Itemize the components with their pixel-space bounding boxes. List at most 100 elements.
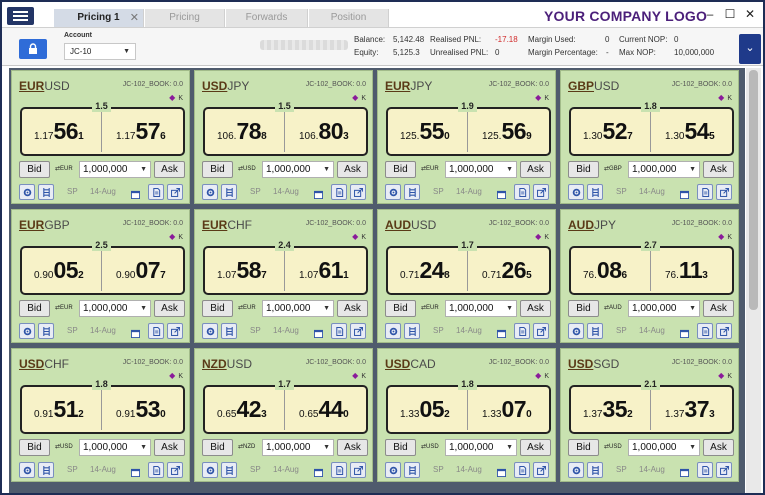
calendar-icon[interactable] [497,325,506,343]
ladder-button[interactable] [38,323,54,339]
amount-select[interactable]: 1,000,000 ▼ [262,439,334,456]
popout-button[interactable] [350,323,366,339]
amount-select[interactable]: 1,000,000 ▼ [79,439,151,456]
ask-price[interactable]: 76.113 [665,257,708,285]
base-currency[interactable]: USD [568,357,593,371]
ask-button[interactable]: Ask [337,300,368,317]
ask-price[interactable]: 0.71265 [482,257,532,285]
currency-toggle[interactable]: ⇄AUD [604,304,622,311]
settings-button[interactable] [202,462,218,478]
collapse-button[interactable]: ⌄ [739,34,761,64]
document-button[interactable] [331,184,347,200]
bid-button[interactable]: Bid [385,161,416,178]
document-button[interactable] [331,462,347,478]
ladder-button[interactable] [221,184,237,200]
settings-button[interactable] [568,462,584,478]
ladder-button[interactable] [404,184,420,200]
currency-toggle[interactable]: ⇄EUR [55,165,73,172]
bid-button[interactable]: Bid [202,439,233,456]
ask-button[interactable]: Ask [520,300,551,317]
document-button[interactable] [697,323,713,339]
base-currency[interactable]: USD [385,357,410,371]
settings-button[interactable] [19,323,35,339]
ask-price[interactable]: 125.569 [482,118,532,146]
base-currency[interactable]: EUR [385,79,410,93]
bid-button[interactable]: Bid [385,439,416,456]
popout-button[interactable] [350,462,366,478]
bid-button[interactable]: Bid [202,300,233,317]
document-button[interactable] [148,184,164,200]
base-currency[interactable]: USD [202,79,227,93]
amount-select[interactable]: 1,000,000 ▼ [628,161,700,178]
tab-pricing[interactable]: Pricing [145,9,225,27]
bid-price[interactable]: 76.086 [583,257,627,285]
document-button[interactable] [514,184,530,200]
bid-button[interactable]: Bid [568,300,599,317]
base-currency[interactable]: AUD [385,218,411,232]
ladder-button[interactable] [404,323,420,339]
ladder-button[interactable] [221,462,237,478]
popout-button[interactable] [533,323,549,339]
settings-button[interactable] [385,184,401,200]
currency-toggle[interactable]: ⇄USD [55,443,73,450]
calendar-icon[interactable] [314,325,323,343]
settings-button[interactable] [385,323,401,339]
calendar-icon[interactable] [680,325,689,343]
ladder-button[interactable] [38,184,54,200]
document-button[interactable] [514,462,530,478]
document-button[interactable] [331,323,347,339]
bid-price[interactable]: 1.33052 [400,396,450,424]
calendar-icon[interactable] [314,186,323,204]
ladder-button[interactable] [587,323,603,339]
bid-button[interactable]: Bid [385,300,416,317]
bid-price[interactable]: 0.91512 [34,396,84,424]
ladder-button[interactable] [587,184,603,200]
currency-toggle[interactable]: ⇄NZD [238,443,255,450]
ask-button[interactable]: Ask [703,439,734,456]
close-tab-icon[interactable]: ✕ [130,9,139,27]
calendar-icon[interactable] [497,186,506,204]
popout-button[interactable] [716,323,732,339]
calendar-icon[interactable] [680,464,689,482]
currency-toggle[interactable]: ⇄USD [238,165,256,172]
ask-price[interactable]: 106.803 [299,118,349,146]
settings-button[interactable] [568,184,584,200]
currency-toggle[interactable]: ⇄EUR [55,304,73,311]
ask-button[interactable]: Ask [154,439,185,456]
settings-button[interactable] [202,323,218,339]
bid-price[interactable]: 0.90052 [34,257,84,285]
currency-toggle[interactable]: ⇄EUR [238,304,256,311]
currency-toggle[interactable]: ⇄GBP [604,165,622,172]
settings-button[interactable] [202,184,218,200]
document-button[interactable] [148,323,164,339]
ask-price[interactable]: 0.90077 [116,257,166,285]
ask-price[interactable]: 1.37373 [665,396,715,424]
ask-button[interactable]: Ask [337,439,368,456]
base-currency[interactable]: USD [19,357,44,371]
calendar-icon[interactable] [131,325,140,343]
base-currency[interactable]: EUR [202,218,227,232]
scrollbar-thumb[interactable] [749,70,758,310]
bid-price[interactable]: 1.30527 [583,118,633,146]
base-currency[interactable]: EUR [19,218,44,232]
amount-select[interactable]: 1,000,000 ▼ [628,439,700,456]
ask-price[interactable]: 1.30545 [665,118,715,146]
currency-toggle[interactable]: ⇄EUR [421,304,439,311]
settings-button[interactable] [19,462,35,478]
bid-price[interactable]: 106.788 [217,118,267,146]
ask-button[interactable]: Ask [154,161,185,178]
popout-button[interactable] [350,184,366,200]
document-button[interactable] [697,184,713,200]
calendar-icon[interactable] [131,186,140,204]
maximize-icon[interactable]: ☐ [722,7,738,21]
amount-select[interactable]: 1,000,000 ▼ [262,300,334,317]
ladder-button[interactable] [587,462,603,478]
popout-button[interactable] [167,462,183,478]
bid-button[interactable]: Bid [568,439,599,456]
calendar-icon[interactable] [497,464,506,482]
ladder-button[interactable] [38,462,54,478]
base-currency[interactable]: NZD [202,357,227,371]
document-button[interactable] [514,323,530,339]
bid-price[interactable]: 1.17561 [34,118,84,146]
calendar-icon[interactable] [680,186,689,204]
